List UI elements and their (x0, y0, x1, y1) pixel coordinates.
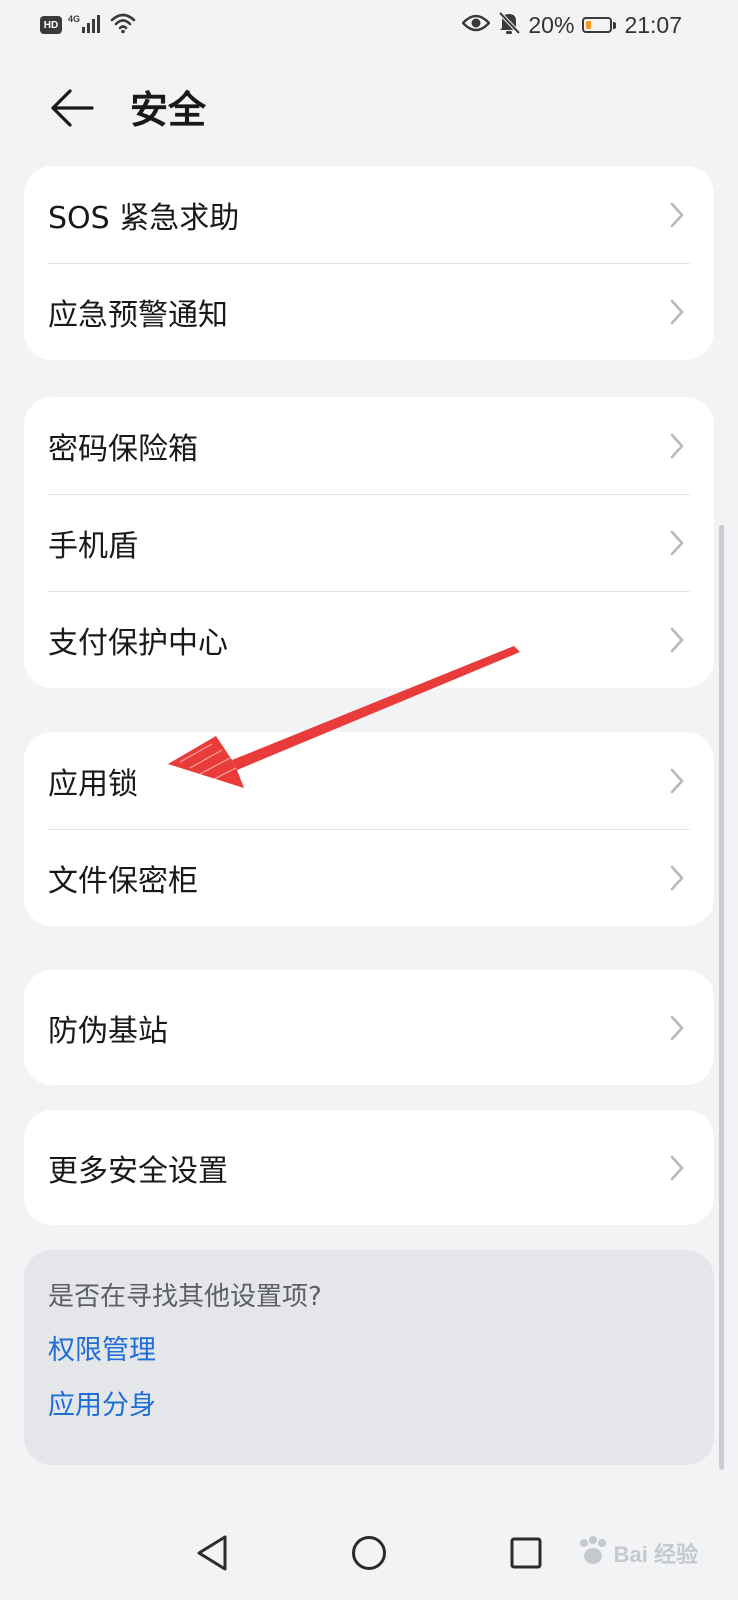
settings-item-phone-shield[interactable]: 手机盾 (24, 494, 714, 591)
settings-item-label: 应用锁 (48, 766, 138, 802)
settings-group-privacy: 应用锁 文件保密柜 (24, 732, 714, 926)
chevron-right-icon (666, 624, 688, 656)
status-bar: HD 4G 20% 21:07 (0, 0, 738, 50)
settings-item-label: 支付保护中心 (48, 625, 228, 661)
eye-icon (461, 13, 492, 37)
page-title: 安全 (130, 88, 207, 132)
bell-off-icon (498, 11, 521, 39)
wifi-icon (110, 12, 136, 38)
back-button[interactable] (48, 86, 96, 134)
settings-item-label: 应急预警通知 (48, 297, 228, 333)
hd-badge: HD (40, 16, 62, 34)
scrollbar[interactable] (719, 525, 724, 1470)
settings-group-more: 更多安全设置 (24, 1110, 714, 1225)
status-right: 20% 21:07 (461, 10, 682, 40)
watermark: Bai 经验 (576, 1535, 698, 1571)
home-circle-icon (350, 1534, 388, 1576)
battery-percent: 20% (528, 11, 575, 38)
recents-square-icon (509, 1536, 543, 1574)
settings-item-password-vault[interactable]: 密码保险箱 (24, 397, 714, 494)
suggestion-card: 是否在寻找其他设置项? 权限管理 应用分身 (24, 1250, 714, 1465)
watermark-text: Bai 经验 (613, 1542, 698, 1567)
settings-group-base-station: 防伪基站 (24, 970, 714, 1085)
paw-icon (576, 1535, 610, 1571)
header: 安全 (0, 70, 738, 150)
chevron-right-icon (666, 199, 688, 231)
settings-item-label: 手机盾 (48, 528, 138, 564)
settings-item-fake-base-station[interactable]: 防伪基站 (24, 970, 714, 1085)
signal-icon (82, 13, 104, 37)
link-app-twin[interactable]: 应用分身 (48, 1389, 690, 1423)
settings-item-sos[interactable]: SOS 紧急求助 (24, 166, 714, 263)
settings-item-file-safe[interactable]: 文件保密柜 (24, 829, 714, 926)
nav-back-button[interactable] (187, 1530, 237, 1580)
settings-group-protection: 密码保险箱 手机盾 支付保护中心 (24, 397, 714, 688)
battery-icon (582, 17, 617, 33)
chevron-right-icon (666, 527, 688, 559)
chevron-right-icon (666, 296, 688, 328)
chevron-right-icon (666, 1012, 688, 1044)
clock: 21:07 (624, 11, 682, 38)
arrow-left-icon (50, 89, 94, 131)
status-left: HD 4G (40, 10, 136, 40)
nav-recents-button[interactable] (501, 1530, 551, 1580)
network-type-label: 4G (68, 14, 81, 24)
settings-item-label: 防伪基站 (48, 1013, 168, 1049)
chevron-right-icon (666, 862, 688, 894)
settings-item-more-security[interactable]: 更多安全设置 (24, 1110, 714, 1225)
suggestion-title: 是否在寻找其他设置项? (48, 1282, 322, 1312)
chevron-right-icon (666, 430, 688, 462)
settings-item-label: 更多安全设置 (48, 1153, 228, 1189)
settings-item-payment-protection[interactable]: 支付保护中心 (24, 591, 714, 688)
settings-item-app-lock[interactable]: 应用锁 (24, 732, 714, 829)
nav-home-button[interactable] (344, 1530, 394, 1580)
back-triangle-icon (195, 1534, 229, 1576)
settings-item-label: SOS 紧急求助 (48, 200, 240, 236)
settings-item-label: 密码保险箱 (48, 431, 198, 467)
link-permission-management[interactable]: 权限管理 (48, 1334, 690, 1368)
settings-item-emergency-alerts[interactable]: 应急预警通知 (24, 263, 714, 360)
settings-item-label: 文件保密柜 (48, 863, 198, 899)
chevron-right-icon (666, 1152, 688, 1184)
settings-group-emergency: SOS 紧急求助 应急预警通知 (24, 166, 714, 360)
chevron-right-icon (666, 765, 688, 797)
